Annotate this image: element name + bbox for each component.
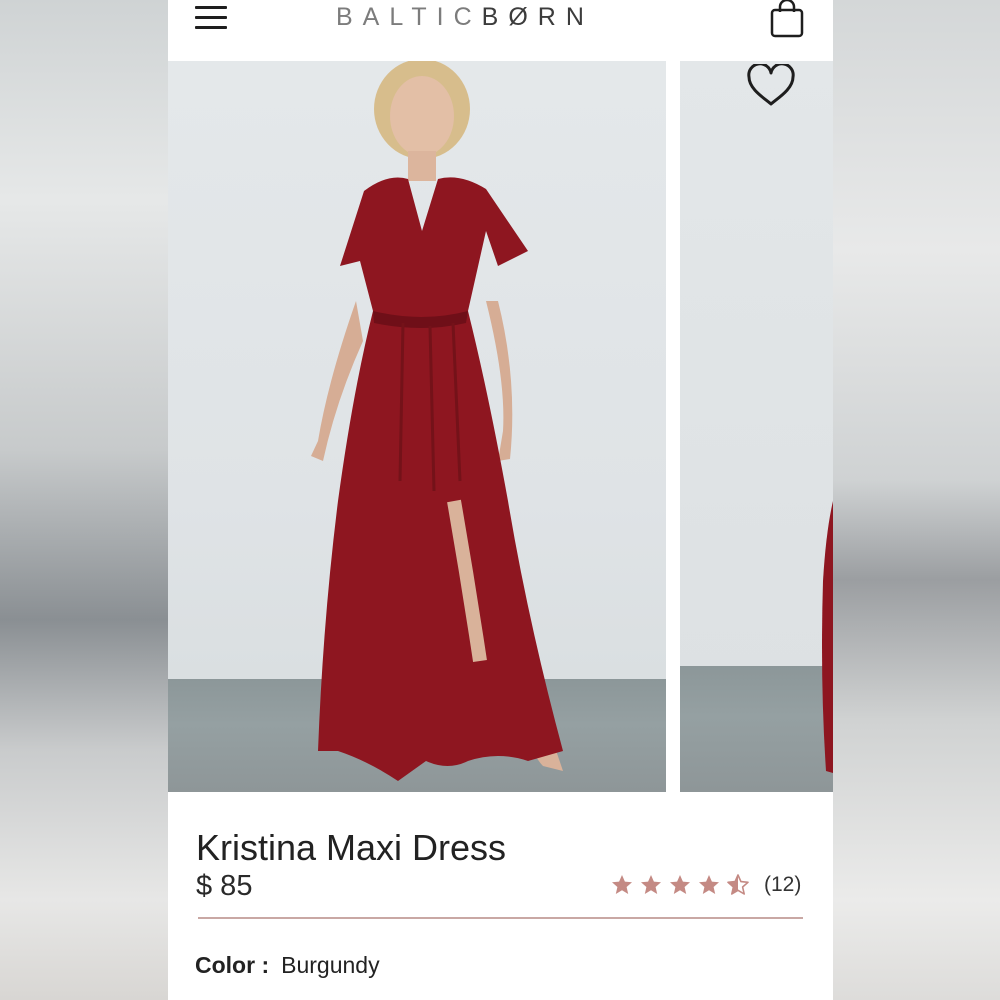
- product-price: $ 85: [196, 870, 253, 902]
- next-slide-dress-edge: [822, 501, 833, 773]
- color-value: Burgundy: [281, 952, 380, 978]
- shopping-bag-icon[interactable]: [770, 0, 804, 38]
- rating-stars: [610, 873, 750, 897]
- star-full-icon: [641, 875, 661, 894]
- left-blurred-background: [0, 0, 168, 1000]
- color-label: Color :: [195, 952, 270, 978]
- color-selector-row: Color : Burgundy: [195, 950, 380, 980]
- product-image-next[interactable]: [680, 61, 833, 792]
- star-full-icon: [670, 875, 690, 894]
- section-divider: [198, 917, 803, 919]
- brand-logo-part2: BØRN: [481, 3, 594, 31]
- right-blurred-background: [833, 0, 1000, 1000]
- brand-logo[interactable]: BALTICBØRN: [336, 2, 666, 32]
- hamburger-menu-icon[interactable]: [195, 6, 227, 30]
- rating-count[interactable]: (12): [764, 873, 801, 897]
- star-full-icon: [699, 875, 719, 894]
- product-image-main[interactable]: [168, 61, 666, 792]
- brand-logo-part1: BALTIC: [336, 3, 482, 31]
- star-half-icon: [727, 874, 749, 895]
- product-title: Kristina Maxi Dress: [196, 827, 507, 868]
- star-full-icon: [612, 875, 632, 894]
- product-page: BALTICBØRN Kristina Maxi Dress $ 85 (12)…: [168, 0, 833, 1000]
- heart-outline-icon[interactable]: [746, 64, 796, 108]
- rating-widget[interactable]: (12): [610, 870, 801, 900]
- model-illustration: [311, 61, 563, 781]
